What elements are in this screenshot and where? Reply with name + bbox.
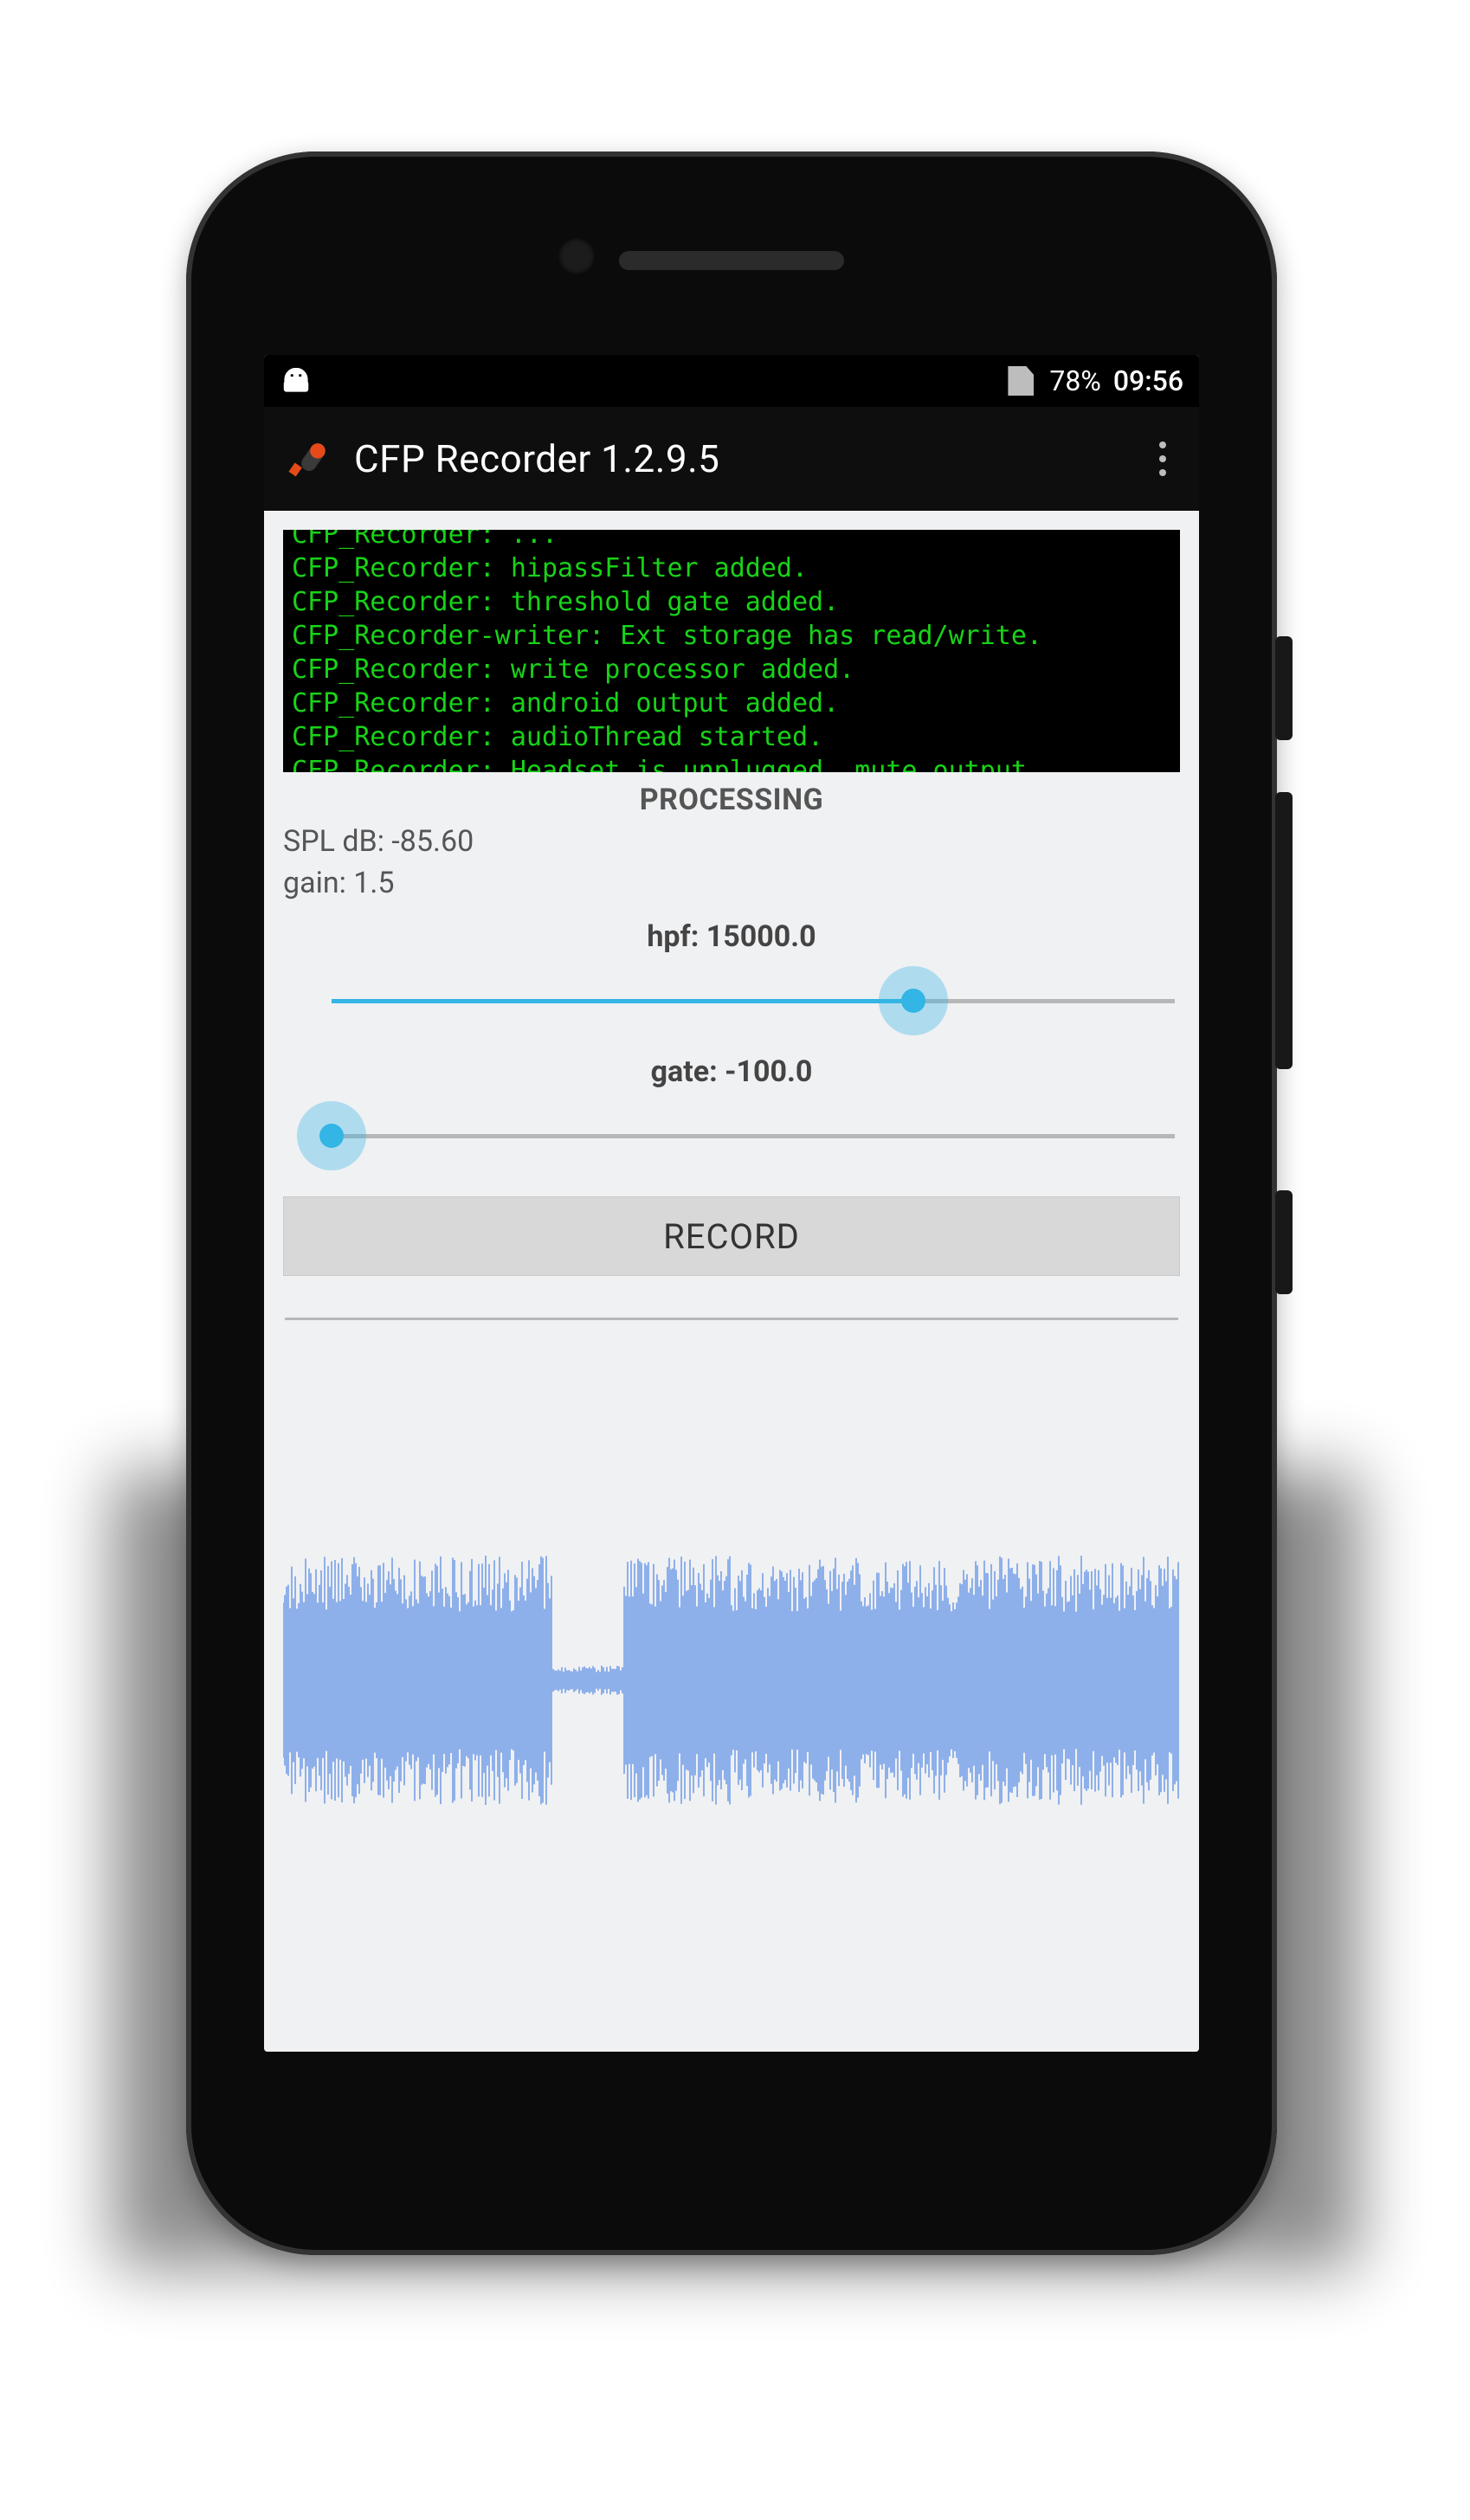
overflow-menu-button[interactable] bbox=[1145, 441, 1180, 476]
no-sim-icon bbox=[1008, 366, 1034, 396]
log-line: CFP_Recorder: audioThread started. bbox=[292, 720, 1171, 754]
record-button[interactable]: RECORD bbox=[283, 1196, 1180, 1276]
phone-earpiece bbox=[619, 251, 844, 270]
log-line: CFP_Recorder: threshold gate added. bbox=[292, 585, 1171, 619]
log-line: CFP_Recorder: hipassFilter added. bbox=[292, 551, 1171, 585]
log-line: CFP_Recorder: write processor added. bbox=[292, 653, 1171, 686]
phone-side-button bbox=[1275, 1190, 1293, 1294]
app-bar: CFP Recorder 1.2.9.5 bbox=[264, 407, 1199, 511]
status-bar: 78% 09:56 bbox=[264, 355, 1199, 407]
battery-percent: 78% bbox=[1049, 364, 1100, 397]
log-line: CFP_Recorder: android output added. bbox=[292, 686, 1171, 720]
clock-text: 09:56 bbox=[1113, 364, 1183, 397]
hpf-label: hpf: 15000.0 bbox=[283, 919, 1180, 954]
app-title: CFP Recorder 1.2.9.5 bbox=[354, 436, 1130, 481]
gate-label: gate: -100.0 bbox=[283, 1054, 1180, 1089]
phone-frame: 78% 09:56 CFP Recorder 1.2.9.5 CFP_Recor… bbox=[186, 151, 1277, 2255]
phone-side-button bbox=[1275, 636, 1293, 740]
spl-readout: SPL dB: -85.60 bbox=[283, 824, 1180, 859]
screen: 78% 09:56 CFP Recorder 1.2.9.5 CFP_Recor… bbox=[264, 355, 1199, 2052]
gain-readout: gain: 1.5 bbox=[283, 866, 1180, 900]
divider bbox=[285, 1318, 1178, 1320]
app-mic-icon bbox=[278, 429, 338, 489]
gate-slider[interactable] bbox=[288, 1101, 1175, 1170]
waveform-display bbox=[283, 1542, 1180, 1819]
phone-side-button bbox=[1275, 792, 1293, 1069]
section-heading: PROCESSING bbox=[283, 783, 1180, 817]
log-console[interactable]: CFP_Recorder: ...CFP_Recorder: hipassFil… bbox=[283, 530, 1180, 772]
hpf-slider[interactable] bbox=[288, 966, 1175, 1035]
log-line: CFP_Recorder: Headset is unplugged, mute… bbox=[292, 754, 1171, 772]
log-line: CFP_Recorder-writer: Ext storage has rea… bbox=[292, 619, 1171, 653]
phone-camera bbox=[558, 238, 595, 274]
android-icon bbox=[280, 368, 313, 394]
